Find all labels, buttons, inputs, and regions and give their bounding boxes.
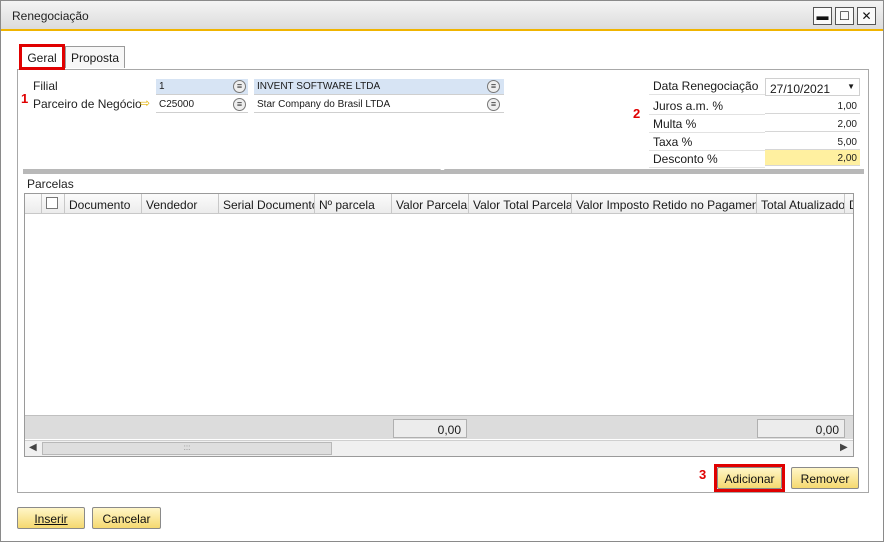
select-all-checkbox-cell[interactable] [42, 194, 65, 214]
scroll-left-icon[interactable]: ◀ [29, 442, 37, 453]
section-divider[interactable]: ▲ [23, 165, 864, 174]
annotation-1: 1 [21, 91, 29, 106]
data-renegociacao-label: Data Renegociação [649, 77, 765, 95]
dropdown-arrow-icon[interactable]: ▼ [847, 82, 855, 91]
total-valor-parcela: 0,00 [393, 419, 467, 438]
row-header-cell [25, 194, 42, 214]
juros-label: Juros a.m. % [649, 97, 765, 115]
col-valor-parcela[interactable]: Valor Parcela [392, 194, 469, 214]
col-vendedor[interactable]: Vendedor [142, 194, 219, 214]
multa-field[interactable]: 2,00 [765, 116, 860, 132]
data-renegociacao-field[interactable]: 27/10/2021 ▼ [765, 78, 860, 96]
col-serial-documento[interactable]: Serial Documento [219, 194, 315, 214]
collapse-arrow-icon[interactable]: ▲ [439, 165, 446, 172]
desconto-label: Desconto % [649, 150, 765, 168]
cancelar-button[interactable]: Cancelar [92, 507, 161, 529]
parcelas-label: Parcelas [27, 177, 74, 191]
grid-totals-row: 0,00 0,00 [25, 415, 853, 439]
multa-label: Multa % [649, 115, 765, 133]
parceiro-label: Parceiro de Negócio [33, 97, 142, 111]
horizontal-scrollbar[interactable]: ◀ ::: ▶ [25, 440, 853, 456]
choose-from-list-icon[interactable]: ≡ [233, 80, 246, 93]
parceiro-name-field[interactable]: Star Company do Brasil LTDA [254, 97, 504, 113]
taxa-label: Taxa % [649, 133, 765, 151]
col-numero-parcela[interactable]: Nº parcela [315, 194, 392, 214]
highlight-tab-geral [19, 44, 65, 70]
col-total-atualizado[interactable]: Total Atualizado [757, 194, 845, 214]
col-valor-total-parcela[interactable]: Valor Total Parcela [469, 194, 572, 214]
link-arrow-icon[interactable]: ⇨ [140, 96, 150, 110]
choose-from-list-icon[interactable]: ≡ [487, 98, 500, 111]
window-title: Renegociação [12, 9, 89, 23]
choose-from-list-icon[interactable]: ≡ [487, 80, 500, 93]
choose-from-list-icon[interactable]: ≡ [233, 98, 246, 111]
juros-field[interactable]: 1,00 [765, 98, 860, 114]
data-renegociacao-value: 27/10/2021 [770, 82, 831, 96]
remover-button[interactable]: Remover [791, 467, 859, 489]
minimize-icon[interactable]: ▬ [813, 7, 832, 25]
title-bar: Renegociação ▬ ☐ ✕ [1, 1, 883, 31]
col-valor-imposto-retido[interactable]: Valor Imposto Retido no Pagamento [572, 194, 757, 214]
scroll-right-icon[interactable]: ▶ [840, 442, 848, 453]
grid-header: Documento Vendedor Serial Documento Nº p… [25, 194, 853, 214]
col-truncated[interactable]: D [845, 194, 853, 214]
desconto-field[interactable]: 2,00 [765, 150, 860, 166]
annotation-2: 2 [633, 106, 641, 121]
parcelas-grid: Documento Vendedor Serial Documento Nº p… [24, 193, 854, 457]
taxa-field[interactable]: 5,00 [765, 134, 860, 150]
renegociacao-window: Renegociação ▬ ☐ ✕ Geral Proposta 1 2 3 … [0, 0, 884, 542]
total-atualizado: 0,00 [757, 419, 845, 438]
col-documento[interactable]: Documento [65, 194, 142, 214]
annotation-3: 3 [699, 467, 707, 482]
select-all-checkbox[interactable] [46, 197, 58, 209]
filial-name-field[interactable]: INVENT SOFTWARE LTDA [254, 79, 504, 95]
filial-label: Filial [33, 79, 58, 93]
tab-proposta[interactable]: Proposta [65, 46, 125, 68]
scroll-thumb[interactable]: ::: [42, 442, 332, 455]
close-icon[interactable]: ✕ [857, 7, 876, 25]
maximize-icon[interactable]: ☐ [835, 7, 854, 25]
highlight-adicionar [714, 464, 785, 492]
inserir-button[interactable]: Inserir [17, 507, 85, 529]
